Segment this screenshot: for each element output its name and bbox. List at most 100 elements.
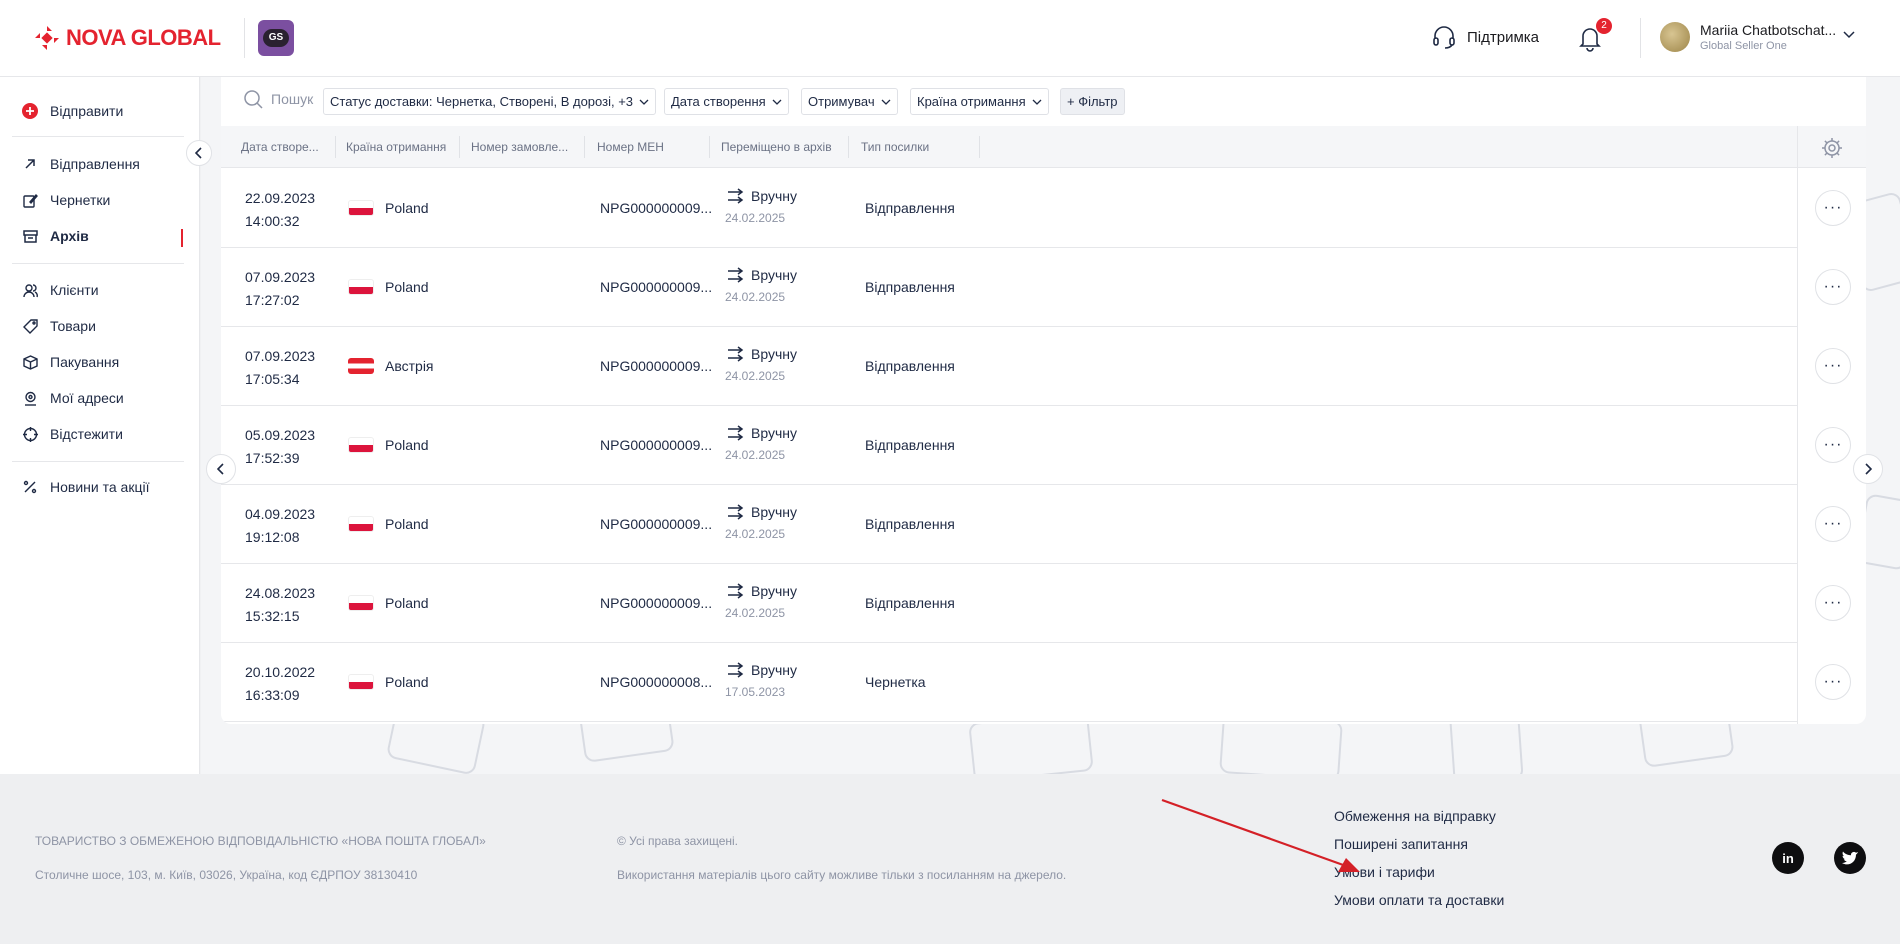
filter-recipient[interactable]: Отримувач (801, 88, 898, 115)
sidebar-item-clients[interactable]: Клієнти (22, 282, 99, 298)
table-row[interactable]: 05.09.2023 17:52:39 Poland NPG000000009.… (221, 406, 1797, 485)
twitter-icon[interactable] (1834, 842, 1866, 874)
sidebar: Відправити Відправлення Чернетки Архів К… (0, 77, 200, 774)
chevron-down-icon (1032, 99, 1042, 105)
sidebar-item-news[interactable]: Новини та акції (22, 479, 149, 495)
column-header-order[interactable]: Номер замовле... (471, 140, 568, 154)
column-resizer[interactable] (709, 136, 710, 158)
more-dots-icon: ··· (1823, 436, 1843, 453)
footer (0, 774, 1900, 944)
chevron-down-icon (639, 99, 649, 105)
sidebar-item-shipments[interactable]: Відправлення (22, 156, 140, 172)
nova-global-logo[interactable]: NOVA GLOBAL (34, 25, 221, 51)
avatar[interactable] (1660, 22, 1690, 52)
footer-link-payment[interactable]: Умови оплати та доставки (1334, 892, 1504, 908)
cell-type: Відправлення (865, 595, 955, 611)
column-header-created[interactable]: Дата створе... (241, 140, 319, 154)
column-header-archived[interactable]: Переміщено в архів (721, 140, 832, 154)
more-dots-icon: ··· (1823, 673, 1843, 690)
add-filter-label: + Фільтр (1067, 94, 1118, 109)
user-name[interactable]: Mariia Chatbotschat... (1700, 22, 1836, 38)
cell-men-number[interactable]: NPG000000009... (600, 595, 712, 611)
table-row[interactable]: 04.09.2023 19:12:08 Poland NPG000000009.… (221, 485, 1797, 564)
filter-status[interactable]: Статус доставки: Чернетка, Створені, В д… (323, 88, 657, 115)
table-row[interactable]: 07.09.2023 17:27:02 Poland NPG000000009.… (221, 248, 1797, 327)
row-more-button[interactable]: ··· (1815, 506, 1851, 542)
linkedin-icon[interactable]: in (1772, 842, 1804, 874)
sidebar-item-archive[interactable]: Архів (22, 228, 89, 244)
flag-icon (348, 279, 374, 295)
sidebar-item-products[interactable]: Товари (22, 318, 96, 334)
location-pin-icon (22, 390, 38, 406)
sidebar-item-label: Відправлення (50, 156, 140, 172)
row-more-button[interactable]: ··· (1815, 585, 1851, 621)
sidebar-item-addresses[interactable]: Мої адреси (22, 390, 124, 406)
header-divider-2 (1640, 18, 1641, 58)
sidebar-item-packaging[interactable]: Пакування (22, 354, 119, 370)
sidebar-item-track[interactable]: Відстежити (22, 426, 123, 442)
plus-circle-icon (22, 103, 38, 119)
collapse-sidebar-button[interactable] (186, 140, 212, 166)
support-link[interactable]: Підтримка (1431, 24, 1539, 50)
column-resizer[interactable] (335, 136, 336, 158)
table-row[interactable]: 20.10.2022 16:33:09 Poland NPG000000008.… (221, 643, 1797, 722)
column-header-men[interactable]: Номер МЕН (597, 140, 664, 154)
cell-country: Poland (385, 437, 429, 453)
row-more-button[interactable]: ··· (1815, 348, 1851, 384)
row-more-button[interactable]: ··· (1815, 190, 1851, 226)
chevron-down-icon[interactable] (1843, 31, 1855, 39)
column-resizer[interactable] (584, 136, 585, 158)
cell-created-time: 17:52:39 (245, 450, 300, 466)
column-header-country[interactable]: Країна отримання (346, 140, 446, 154)
cell-men-number[interactable]: NPG000000009... (600, 200, 712, 216)
transfer-arrows-icon (728, 662, 744, 678)
cell-created-time: 15:32:15 (245, 608, 300, 624)
gear-icon[interactable] (1821, 137, 1843, 159)
flag-icon (348, 516, 374, 532)
more-dots-icon: ··· (1823, 594, 1843, 611)
row-more-button[interactable]: ··· (1815, 269, 1851, 305)
table-row[interactable]: 24.08.2023 15:32:15 Poland NPG000000009.… (221, 564, 1797, 643)
sidebar-item-label: Клієнти (50, 282, 99, 298)
cell-men-number[interactable]: NPG000000009... (600, 516, 712, 532)
scroll-right-button[interactable] (1853, 454, 1883, 484)
row-more-button[interactable]: ··· (1815, 427, 1851, 463)
seller-badge[interactable]: GS (258, 20, 294, 56)
sidebar-divider (12, 263, 184, 264)
sidebar-item-send[interactable]: Відправити (22, 103, 123, 119)
cell-men-number[interactable]: NPG000000008... (600, 674, 712, 690)
cell-created-date: 07.09.2023 (245, 348, 316, 364)
filter-country[interactable]: Країна отримання (910, 88, 1049, 115)
header-divider (244, 18, 245, 58)
filter-created-date[interactable]: Дата створення (664, 88, 789, 115)
cell-type: Відправлення (865, 200, 955, 216)
add-filter-button[interactable]: + Фільтр (1060, 88, 1125, 115)
cell-type: Відправлення (865, 437, 955, 453)
cell-created-date: 04.09.2023 (245, 506, 316, 522)
footer-company: ТОВАРИСТВО З ОБМЕЖЕНОЮ ВІДПОВІДАЛЬНІСТЮ … (35, 834, 486, 848)
flag-icon (348, 674, 374, 690)
column-resizer[interactable] (459, 136, 460, 158)
logo-mark-icon (35, 26, 59, 50)
flag-icon (348, 595, 374, 611)
transfer-arrows-icon (728, 425, 744, 441)
cell-men-number[interactable]: NPG000000009... (600, 279, 712, 295)
flag-icon (348, 437, 374, 453)
sidebar-item-label: Пакування (50, 354, 120, 370)
cell-archived-mode: Вручну (751, 346, 797, 362)
cell-country: Австрія (385, 358, 434, 374)
search-field[interactable]: Пошук (243, 89, 313, 109)
column-header-type[interactable]: Тип посилки (861, 140, 929, 154)
sidebar-item-drafts[interactable]: Чернетки (22, 192, 110, 208)
column-resizer[interactable] (848, 136, 849, 158)
cell-men-number[interactable]: NPG000000009... (600, 358, 712, 374)
cell-men-number[interactable]: NPG000000009... (600, 437, 712, 453)
cell-archived-mode: Вручну (751, 188, 797, 204)
table-row[interactable]: 07.09.2023 17:05:34 Австрія NPG000000009… (221, 327, 1797, 406)
cell-archived-date: 24.02.2025 (725, 527, 786, 541)
table-row[interactable]: 22.09.2023 14:00:32 Poland NPG000000009.… (221, 169, 1797, 248)
column-resizer[interactable] (979, 136, 980, 158)
cell-created-date: 05.09.2023 (245, 427, 316, 443)
row-more-button[interactable]: ··· (1815, 664, 1851, 700)
scroll-left-button[interactable] (206, 454, 236, 484)
